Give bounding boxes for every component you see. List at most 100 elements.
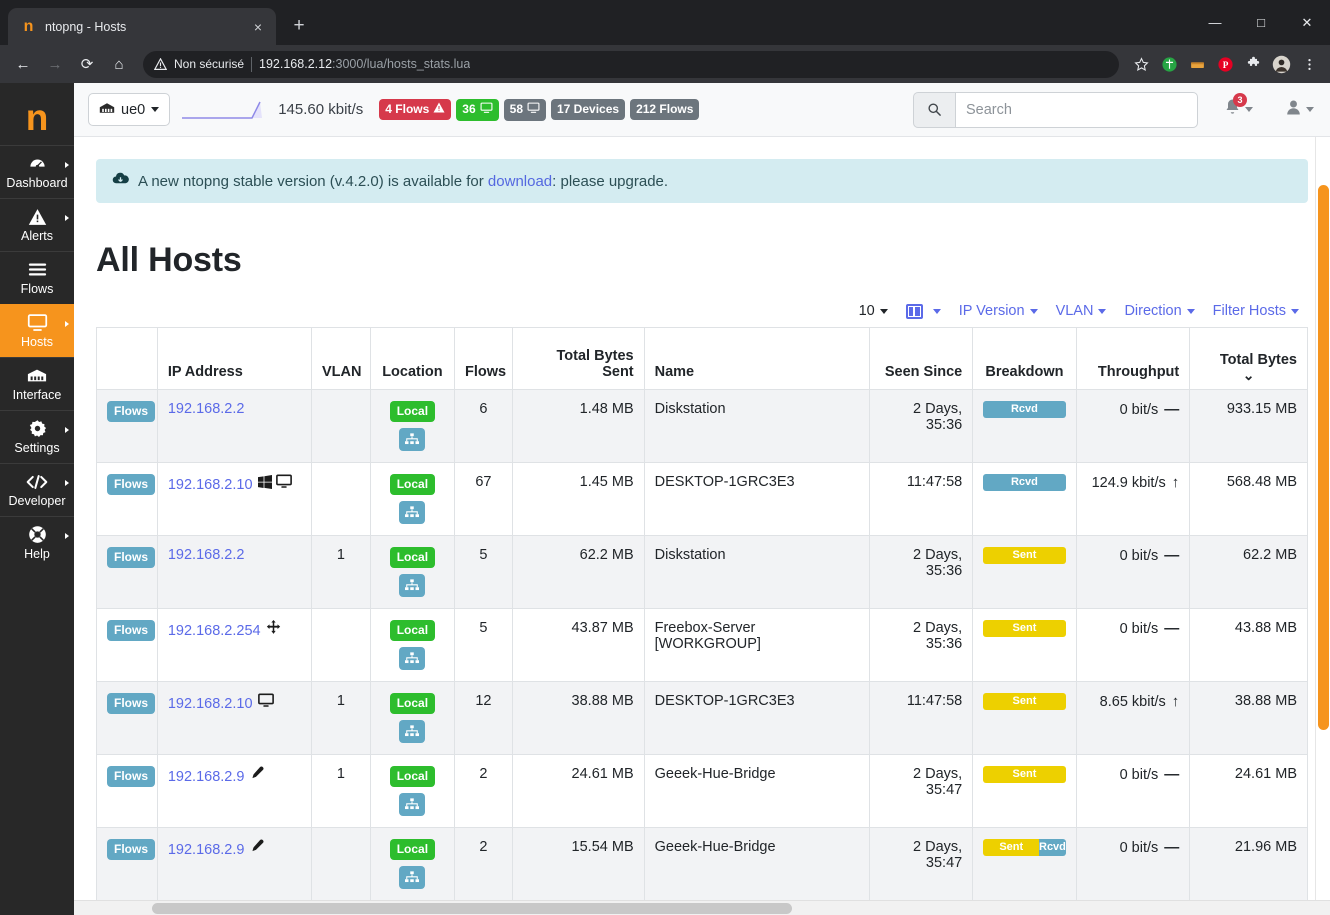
horizontal-scrollbar-thumb[interactable] [152,903,792,914]
column-header[interactable]: Name [643,327,870,390]
reload-icon[interactable]: ⟳ [72,49,102,79]
column-header[interactable]: Seen Since [868,327,974,390]
host-ip-link[interactable]: 192.168.2.254 [168,623,261,639]
breakdown-label: Rcvd [1039,841,1066,853]
table-row[interactable]: Flows 192.168.2.10 Local 67 1.45 MB DESKTOP-… [96,462,1308,536]
column-header[interactable]: Breakdown [972,327,1077,390]
table-row[interactable]: Flows 192.168.2.9 Local 2 15.54 MB Geeek-Hue-… [96,827,1308,900]
search-input[interactable] [955,91,1198,128]
vertical-scrollbar[interactable] [1315,137,1330,900]
cell-seen-since: 2 Days, 35:47 [868,754,974,828]
cell-flows-count: 6 [453,389,513,463]
host-ip-link[interactable]: 192.168.2.9 [168,769,245,785]
status-badge[interactable]: 58 [503,98,546,121]
back-icon[interactable]: ← [8,49,38,79]
breakdown-segment-sent: Sent [983,693,1066,710]
table-row[interactable]: Flows 192.168.2.2 Local 6 1.48 MB Diskstation… [96,389,1308,463]
interface-selector[interactable]: ue0 [88,93,171,126]
sidebar-item-settings[interactable]: Settings [0,410,74,463]
flows-button[interactable]: Flows [107,620,156,641]
columns-selector[interactable] [905,303,941,319]
new-tab-button[interactable]: + [285,12,313,40]
column-header[interactable]: Location [369,327,455,390]
search-icon[interactable] [913,91,955,128]
breakdown-segment-rcvd: Rcvd [983,474,1066,491]
vlan-filter[interactable]: VLAN [1056,303,1107,319]
download-link[interactable]: download [488,173,552,190]
host-ip-link[interactable]: 192.168.2.10 [168,696,253,712]
status-badge[interactable]: 36 [456,98,499,121]
cell-location: Local [369,462,455,536]
host-ip-link[interactable]: 192.168.2.2 [168,401,245,417]
window-close-button[interactable]: ✕ [1284,0,1330,45]
flows-button[interactable]: Flows [107,693,156,714]
cell-seen-since: 11:47:58 [868,462,974,536]
chrome-menu-icon[interactable] [1296,51,1322,77]
table-row[interactable]: Flows 192.168.2.254 Local 5 43.87 MB Freebox-… [96,608,1308,682]
cell-throughput: 124.9 kbit/s ↑ [1075,462,1191,536]
sidebar-item-flows[interactable]: Flows [0,251,74,304]
sidebar-item-dashboard[interactable]: Dashboard [0,145,74,198]
sidebar-item-help[interactable]: Help [0,516,74,569]
column-header[interactable]: IP Address [156,327,313,390]
ntopng-logo[interactable]: n [0,89,74,145]
sidebar-item-alerts[interactable]: Alerts [0,198,74,251]
browser-tab[interactable]: n ntopng - Hosts × [8,8,276,45]
badge-label: 17 Devices [557,102,620,116]
host-ip-link[interactable]: 192.168.2.9 [168,842,245,858]
filter-hosts[interactable]: Filter Hosts [1213,303,1299,319]
thermometer-icon [249,766,264,784]
column-header-label: Total Bytes [1219,352,1297,368]
sidebar-item-hosts[interactable]: Hosts [0,304,74,357]
ip-version-filter[interactable]: IP Version [959,303,1038,319]
breakdown-label: Rcvd [1010,403,1038,415]
forward-icon[interactable]: → [40,49,70,79]
host-ip-link[interactable]: 192.168.2.2 [168,547,245,563]
extension-green-icon[interactable] [1156,51,1182,77]
status-badge[interactable]: 212 Flows [630,99,700,120]
column-header[interactable]: Total Bytes ⌄ [1189,327,1308,390]
user-menu-button[interactable] [1285,98,1314,121]
address-bar[interactable]: Non sécurisé 192.168.2.12:3000/lua/hosts… [143,50,1119,78]
window-maximize-button[interactable]: □ [1238,0,1284,45]
notifications-button[interactable]: 3 [1224,93,1253,121]
banner-text-after: : please upgrade. [552,172,669,190]
home-icon[interactable]: ⌂ [104,49,134,79]
direction-filter[interactable]: Direction [1124,303,1195,319]
banner-text-before: A new ntopng stable version (v.4.2.0) is… [138,172,488,190]
horizontal-scrollbar[interactable] [74,900,1330,915]
developer-icon [26,471,48,492]
extensions-puzzle-icon[interactable] [1240,51,1266,77]
sidebar-item-developer[interactable]: Developer [0,463,74,516]
vertical-scrollbar-thumb[interactable] [1318,185,1329,730]
flows-button[interactable]: Flows [107,474,156,495]
chevron-right-icon [65,480,69,486]
pinterest-icon[interactable]: P [1212,51,1238,77]
host-ip-link[interactable]: 192.168.2.10 [168,477,253,493]
column-header[interactable] [96,327,158,390]
table-row[interactable]: Flows 192.168.2.2 1 Local 5 62.2 MB Diskstatio… [96,535,1308,609]
window-minimize-button[interactable]: — [1192,0,1238,45]
table-row[interactable]: Flows 192.168.2.10 1 Local 12 38.88 MB DESKTOP… [96,681,1308,755]
rows-per-page[interactable]: 10 [859,303,888,319]
location-badge: Local [389,620,436,641]
flows-button[interactable]: Flows [107,547,156,568]
flows-button[interactable]: Flows [107,766,156,787]
table-row[interactable]: Flows 192.168.2.9 1 Local 2 24.61 MB Geeek-Hue… [96,754,1308,828]
column-header[interactable]: Total Bytes Sent [511,327,645,390]
bookmark-star-icon[interactable] [1128,51,1154,77]
column-header[interactable]: VLAN [311,327,371,390]
column-header[interactable]: Flows [453,327,513,390]
sidebar-item-interface[interactable]: Interface [0,357,74,410]
flows-button[interactable]: Flows [107,839,156,860]
cell-name: DESKTOP-1GRC3E3 [643,462,870,536]
status-badge[interactable]: 17 Devices [551,99,626,120]
profile-avatar-icon[interactable] [1268,51,1294,77]
flows-button[interactable]: Flows [107,401,156,422]
extension-box-icon[interactable] [1184,51,1210,77]
status-badge[interactable]: 4 Flows [379,99,452,120]
column-header[interactable]: Throughput [1075,327,1191,390]
tab-close-icon[interactable]: × [248,17,268,37]
tool-label: VLAN [1055,303,1094,319]
badge-label: 4 Flows [385,102,430,116]
